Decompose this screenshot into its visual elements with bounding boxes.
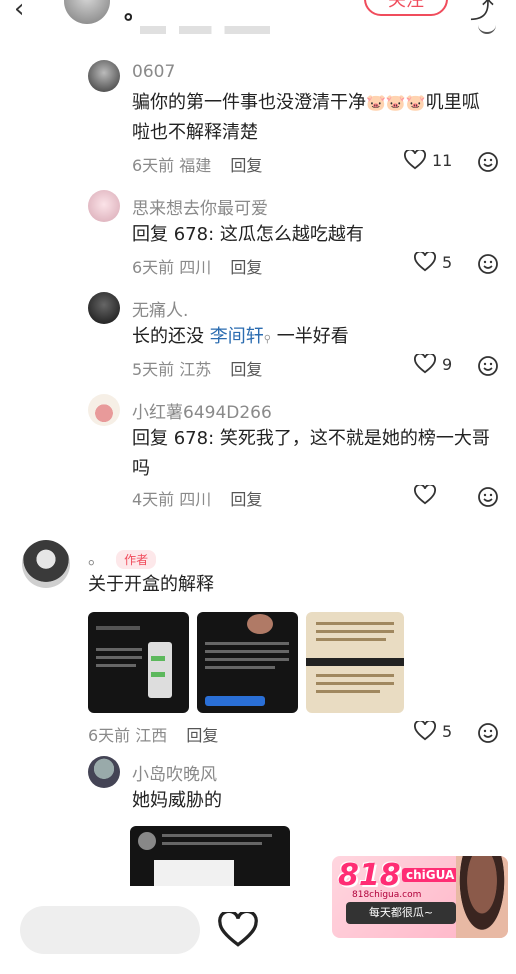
comment-text: 回复 678: 这瓜怎么越吃越有 (132, 224, 364, 245)
reply-button[interactable]: 回复 (230, 156, 262, 175)
comment-time: 6天前 (88, 726, 131, 745)
promo-image (456, 856, 508, 938)
comment-text-part: 啦也不解释清楚 (132, 122, 258, 143)
smile-icon[interactable] (478, 22, 496, 34)
comment-meta: 5天前 江苏 回复 (132, 356, 262, 380)
comment-image-thumbnail[interactable] (197, 612, 298, 713)
reply-button[interactable]: 回复 (230, 360, 262, 379)
author-avatar[interactable] (64, 0, 110, 24)
smile-icon[interactable] (477, 151, 499, 173)
like-button[interactable]: 5 (414, 721, 452, 741)
comment-text: 回复 678: 笑死我了，这不就是她的榜一大哥 吗 (132, 424, 502, 484)
comment-username[interactable]: 小红薯6494D266 (132, 398, 272, 423)
promo-slogan: 每天都很瓜~ (346, 902, 456, 924)
reply-button[interactable]: 回复 (230, 490, 262, 509)
promo-watermark: 818 chiGUA 818chigua.com 每天都很瓜~ (332, 856, 508, 938)
like-count: 9 (442, 354, 453, 374)
comment-image-thumbnail[interactable] (130, 826, 290, 888)
comment-text: 她妈威胁的 (132, 790, 222, 811)
promo-url: 818chigua.com (352, 890, 422, 900)
comment-time: 6天前 (132, 156, 175, 175)
comment-text: 关于开盒的解释 (88, 574, 214, 595)
comment-image-thumbnail[interactable] (88, 612, 189, 713)
comment-text-part: 骗你的第一件事也没澄清干净 (132, 92, 366, 113)
comment-time: 4天前 (132, 490, 175, 509)
like-count: 5 (442, 252, 453, 272)
comment-avatar[interactable] (22, 540, 70, 588)
smile-icon[interactable] (477, 355, 499, 377)
search-link[interactable]: 李间轩 (210, 326, 264, 347)
heart-icon (404, 150, 426, 170)
author-badge: 作者 (116, 550, 157, 569)
reply-button[interactable]: 回复 (186, 726, 218, 745)
like-button[interactable]: 11 (404, 150, 452, 170)
heart-icon (414, 354, 436, 374)
heart-icon (414, 485, 436, 505)
comment-meta: 6天前 四川 回复 (132, 254, 262, 278)
comment-text: 骗你的第一件事也没澄清干净🐷🐷🐷叽里呱 啦也不解释清楚 (132, 88, 502, 148)
comment-meta: 6天前 福建 回复 (132, 152, 262, 176)
comment-image-thumbnail[interactable] (306, 612, 404, 713)
comment-avatar[interactable] (88, 394, 120, 426)
comment-avatar[interactable] (88, 756, 120, 788)
comment-text-part: 叽里呱 (425, 92, 480, 113)
like-button[interactable]: 9 (414, 354, 452, 374)
heart-icon (414, 252, 436, 272)
comment-avatar[interactable] (88, 190, 120, 222)
smile-icon[interactable] (477, 486, 499, 508)
clipped-text-line (140, 26, 270, 34)
heart-icon[interactable] (218, 912, 258, 948)
author-comment-header: 。 作者 (88, 544, 157, 569)
comment-username[interactable]: 0607 (132, 62, 175, 82)
follow-button[interactable]: 关注 (364, 0, 448, 16)
heart-icon (414, 721, 436, 741)
comment-text: 长的还没 李间轩⚲ 一半好看 (132, 322, 349, 355)
chevron-left-icon[interactable]: ‹ (14, 0, 24, 24)
search-icon: ⚲ (263, 334, 272, 345)
comment-location: 江苏 (179, 360, 212, 379)
comment-text-part: 回复 678: 笑死我了，这不就是她的榜一大哥 (132, 428, 490, 449)
promo-brand-sub: chiGUA (402, 868, 459, 882)
pig-emoji-icon: 🐷🐷🐷 (366, 93, 426, 112)
comment-location: 福建 (179, 156, 212, 175)
comment-avatar[interactable] (88, 60, 120, 92)
comment-time: 5天前 (132, 360, 175, 379)
comment-input[interactable] (20, 906, 200, 954)
comment-username[interactable]: 。 (88, 549, 105, 569)
comment-location: 四川 (179, 490, 212, 509)
comment-location: 四川 (179, 258, 212, 277)
like-button[interactable] (414, 485, 436, 505)
comment-meta: 4天前 四川 回复 (132, 486, 262, 510)
comment-username[interactable]: 无痛人. (132, 296, 188, 321)
smile-icon[interactable] (477, 253, 499, 275)
promo-brand: 818 (338, 858, 401, 893)
comment-text-part: 一半好看 (276, 326, 349, 347)
author-name[interactable]: 。 (124, 0, 146, 26)
comment-meta: 6天前 江西 回复 (88, 722, 218, 746)
comment-username[interactable]: 小岛吹晚风 (132, 760, 217, 785)
like-count: 5 (442, 721, 453, 741)
comment-time: 6天前 (132, 258, 175, 277)
comment-username[interactable]: 思来想去你最可爱 (132, 194, 268, 219)
comment-location: 江西 (135, 726, 168, 745)
reply-button[interactable]: 回复 (230, 258, 262, 277)
like-count: 11 (432, 150, 453, 170)
comment-avatar[interactable] (88, 292, 120, 324)
like-button[interactable]: 5 (414, 252, 452, 272)
smile-icon[interactable] (477, 722, 499, 744)
comment-text-part: 吗 (132, 458, 150, 479)
comment-text-part: 长的还没 (132, 326, 204, 347)
